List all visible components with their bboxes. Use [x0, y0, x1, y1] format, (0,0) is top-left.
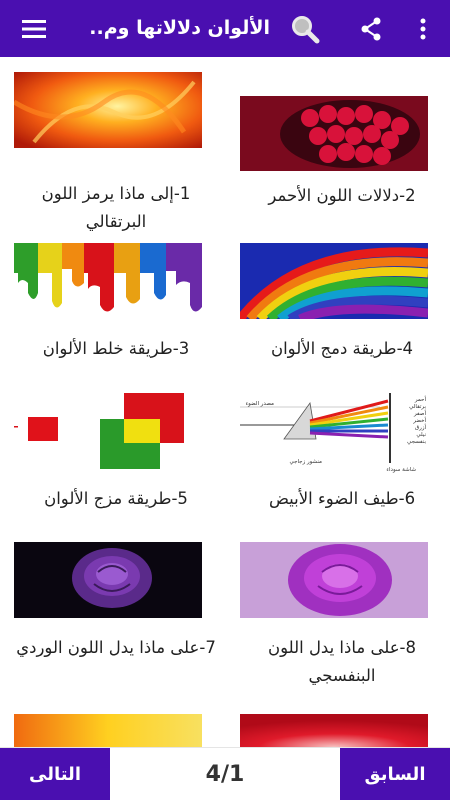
search-icon	[292, 15, 320, 43]
more-vert-icon	[420, 18, 426, 39]
share-icon	[361, 17, 381, 40]
page-title: الألوان دلالاتها وم...	[88, 17, 270, 39]
article-caption: 8-على ماذا يدل اللون البنفسجي	[267, 638, 416, 685]
article-caption: 2-دلالات اللون الأحمر	[268, 186, 416, 205]
spectrum-color-label: أصفر	[413, 409, 426, 417]
spectrum-color-label: أزرق	[415, 423, 427, 431]
yellow-swirl-image	[14, 714, 202, 747]
spectrum-color-label: نيلي	[416, 432, 426, 438]
prism-label-prism: منشور زجاجي	[290, 459, 323, 465]
paint-drips-image	[14, 243, 202, 319]
prism-label-light-source: مصدر الضوء	[246, 401, 274, 407]
next-button[interactable]: التالى	[0, 748, 110, 800]
article-caption: 3-طريقة خلط الألوان	[42, 339, 190, 358]
share-button[interactable]	[354, 0, 388, 57]
rainbow-swirl-image	[240, 243, 428, 319]
spectrum-color-label: أحمر	[414, 395, 427, 403]
prism-label-screen: شاشة سوداء	[386, 467, 416, 473]
pagination-bar: التالى 4/1 السابق	[0, 747, 450, 800]
article-caption: 1-إلى ماذا يرمز اللون البرتقالي	[41, 184, 191, 231]
article-caption: 7-على ماذا يدل اللون الوردي	[16, 638, 216, 657]
spectrum-color-label: برتقالي	[409, 404, 426, 410]
article-grid: 1-إلى ماذا يرمز اللون البرتقالي 2-دلالات…	[0, 57, 450, 747]
red-swirl-image	[240, 714, 428, 747]
article-caption: 6-طيف الضوء الأبيض	[268, 489, 416, 508]
prism-spectrum-image: مصدر الضوء منشور زجاجي شاشة سوداء أحمر ب…	[240, 393, 428, 473]
raspberries-image	[240, 96, 428, 171]
spectrum-color-label: بنفسجي	[407, 439, 426, 445]
purple-rose-light-image	[240, 542, 428, 618]
article-caption: 5-طريقة مزج الألوان	[44, 489, 188, 508]
orange-fire-image	[14, 72, 202, 148]
page-indicator: 4/1	[205, 762, 245, 787]
article-caption: 4-طريقة دمج الألوان	[270, 339, 414, 358]
more-options-button[interactable]	[410, 0, 436, 57]
purple-rose-dark-image	[14, 542, 202, 618]
previous-button[interactable]: السابق	[340, 748, 450, 800]
color-squares-image	[14, 393, 202, 469]
app-bar: الألوان دلالاتها وم...	[0, 0, 450, 57]
hamburger-menu-icon	[22, 19, 46, 38]
spectrum-color-label: أخضر	[412, 416, 426, 424]
search-button[interactable]	[282, 0, 328, 57]
menu-button[interactable]	[14, 0, 54, 57]
